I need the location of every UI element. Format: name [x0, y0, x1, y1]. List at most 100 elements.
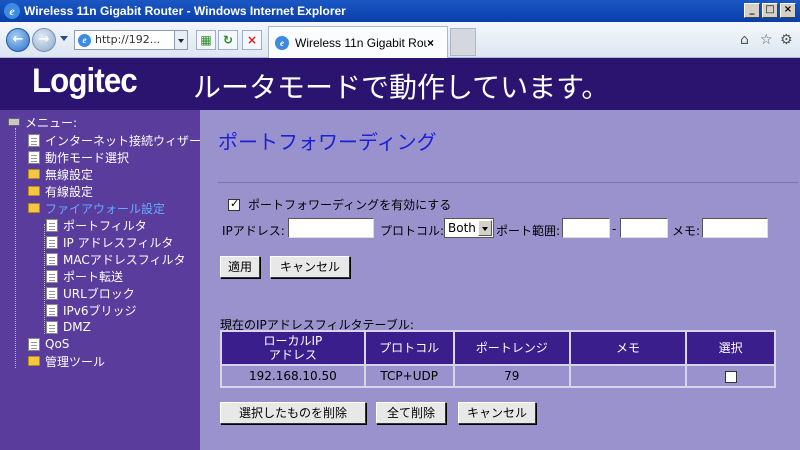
- col-header-protocol: プロトコル: [363, 330, 455, 366]
- network-icon: [8, 118, 20, 126]
- sidebar-item-label: IPv6ブリッジ: [63, 303, 137, 318]
- address-dropdown-button[interactable]: [174, 30, 188, 50]
- page-icon: [46, 303, 58, 317]
- sidebar-item-label: インターネット接続ウィザード: [45, 133, 214, 148]
- folder-icon: [28, 356, 40, 366]
- back-button[interactable]: ←: [6, 28, 30, 52]
- enable-port-forwarding-checkbox[interactable]: [228, 197, 240, 211]
- memo-input[interactable]: [702, 218, 768, 238]
- close-window-button[interactable]: ×: [780, 3, 796, 18]
- new-tab-button[interactable]: [450, 28, 476, 56]
- ip-address-label: IPアドレス:: [222, 224, 285, 238]
- col-header-port-range: ポートレンジ: [452, 330, 571, 366]
- ip-address-input[interactable]: [288, 218, 374, 238]
- sidebar-menu: メニュー: インターネット接続ウィザード 動作モード選択 無線設定 有線設定 フ…: [0, 110, 213, 450]
- tab-favicon-icon: e: [275, 35, 289, 50]
- sidebar-item-label: ポート転送: [63, 269, 124, 284]
- sidebar-item-operation-mode[interactable]: 動作モード選択: [28, 149, 129, 165]
- browser-tab[interactable]: e Wireless 11n Gigabit Router ×: [268, 26, 448, 58]
- protocol-select[interactable]: Both: [444, 218, 494, 238]
- sidebar-item-wireless[interactable]: 無線設定: [28, 166, 93, 182]
- sidebar-item-label: ファイアウォール設定: [45, 201, 166, 216]
- sidebar-item-qos[interactable]: QoS: [28, 336, 69, 352]
- address-text: http://192...: [95, 33, 161, 46]
- delete-all-button[interactable]: 全て削除: [376, 402, 446, 424]
- refresh-icon[interactable]: ↻: [218, 30, 238, 50]
- page-icon: [46, 269, 58, 283]
- browser-navbar: ← → e http://192... ⌕ ▦ ↻ × e Wireless 1…: [0, 22, 800, 58]
- sidebar-item-dmz[interactable]: DMZ: [46, 319, 91, 335]
- sidebar-item-mac-filter[interactable]: MACアドレスフィルタ: [46, 251, 186, 267]
- cell-protocol: TCP+UDP: [363, 364, 455, 388]
- port-forward-table: ローカルIP アドレス プロトコル ポートレンジ メモ 選択 192.168.1…: [220, 330, 776, 388]
- sidebar-item-label: MACアドレスフィルタ: [63, 252, 186, 267]
- operation-mode-text: ルータモードで動作しています。: [193, 71, 610, 104]
- window-controls: _ □ ×: [744, 3, 796, 18]
- window-title: Wireless 11n Gigabit Router - Windows In…: [24, 4, 346, 18]
- sidebar-item-ipv6-bridge[interactable]: IPv6ブリッジ: [46, 302, 137, 318]
- protocol-label: プロトコル:: [380, 224, 445, 238]
- sidebar-item-internet-wizard[interactable]: インターネット接続ウィザード: [28, 132, 213, 148]
- protocol-value: Both: [448, 221, 476, 235]
- sidebar-item-label: 管理ツール: [45, 354, 106, 369]
- port-range-label: ポート範囲:: [496, 224, 561, 238]
- sidebar-item-label: メニュー:: [25, 115, 78, 130]
- sidebar-item-port-filter[interactable]: ポートフィルタ: [46, 217, 147, 233]
- port-to-input[interactable]: [620, 218, 668, 238]
- sidebar-item-url-block[interactable]: URLブロック: [46, 285, 135, 301]
- sidebar-item-label: DMZ: [63, 320, 91, 334]
- sidebar-item-ip-filter[interactable]: IP アドレスフィルタ: [46, 234, 173, 250]
- page-icon: [28, 150, 40, 164]
- maximize-button[interactable]: □: [762, 3, 778, 18]
- row-select-checkbox[interactable]: [724, 370, 737, 383]
- sidebar-item-wired[interactable]: 有線設定: [28, 183, 93, 199]
- table-header-row: ローカルIP アドレス プロトコル ポートレンジ メモ 選択: [220, 330, 776, 366]
- cancel-button[interactable]: キャンセル: [270, 256, 350, 278]
- folder-icon: [28, 169, 40, 179]
- enable-label: ポートフォワーディングを有効にする: [248, 198, 452, 212]
- sidebar-item-admin-tools[interactable]: 管理ツール: [28, 353, 105, 369]
- cell-select: [685, 364, 776, 388]
- forward-button[interactable]: →: [32, 28, 56, 52]
- col-header-local-ip: ローカルIP アドレス: [220, 330, 366, 366]
- main-content: ポートフォワーディング ポートフォワーディングを有効にする IPアドレス: プロ…: [200, 110, 800, 450]
- home-icon[interactable]: ⌂: [740, 32, 749, 48]
- page-icon: [46, 235, 58, 249]
- port-from-input[interactable]: [562, 218, 610, 238]
- cell-port-range: 79: [452, 364, 571, 388]
- chevron-down-icon[interactable]: [478, 220, 492, 236]
- port-range-separator: -: [612, 222, 617, 236]
- col-header-memo: メモ: [568, 330, 688, 366]
- page-icon: [28, 337, 40, 351]
- page-icon: [46, 252, 58, 266]
- window-titlebar: e Wireless 11n Gigabit Router - Windows …: [0, 0, 800, 22]
- memo-label: メモ:: [672, 224, 701, 238]
- compatibility-view-icon[interactable]: ▦: [196, 30, 216, 50]
- apply-button[interactable]: 適用: [220, 256, 260, 278]
- page-favicon-icon: e: [78, 34, 91, 47]
- page-icon: [28, 133, 40, 147]
- logitec-logo: Logitec: [32, 62, 138, 100]
- sidebar-item-port-forward[interactable]: ポート転送: [46, 268, 123, 284]
- page-icon: [46, 320, 58, 334]
- tree-line: [15, 128, 16, 368]
- sidebar-item-firewall[interactable]: ファイアウォール設定: [28, 200, 165, 216]
- ie-logo-icon: e: [4, 3, 20, 19]
- address-bar[interactable]: e http://192... ⌕: [74, 30, 186, 50]
- tree-line-sub: [44, 224, 45, 334]
- cell-memo: [568, 364, 688, 388]
- tab-title: Wireless 11n Gigabit Router: [295, 35, 427, 50]
- table-row: 192.168.10.50 TCP+UDP 79: [220, 364, 776, 388]
- minimize-button[interactable]: _: [744, 3, 760, 18]
- sidebar-item-label: 動作モード選択: [45, 150, 130, 165]
- sidebar-item-menu: メニュー:: [8, 114, 77, 130]
- delete-selected-button[interactable]: 選択したものを削除: [220, 402, 366, 424]
- router-header-banner: Logitec ルータモードで動作しています。: [0, 58, 800, 110]
- history-dropdown-icon[interactable]: [60, 36, 68, 41]
- stop-icon[interactable]: ×: [242, 30, 262, 50]
- cancel-table-button[interactable]: キャンセル: [458, 402, 536, 424]
- gear-icon[interactable]: ⚙: [780, 32, 793, 48]
- tab-close-icon[interactable]: ×: [427, 36, 441, 50]
- sidebar-item-label: 有線設定: [45, 184, 94, 199]
- favorites-star-icon[interactable]: ☆: [760, 32, 773, 48]
